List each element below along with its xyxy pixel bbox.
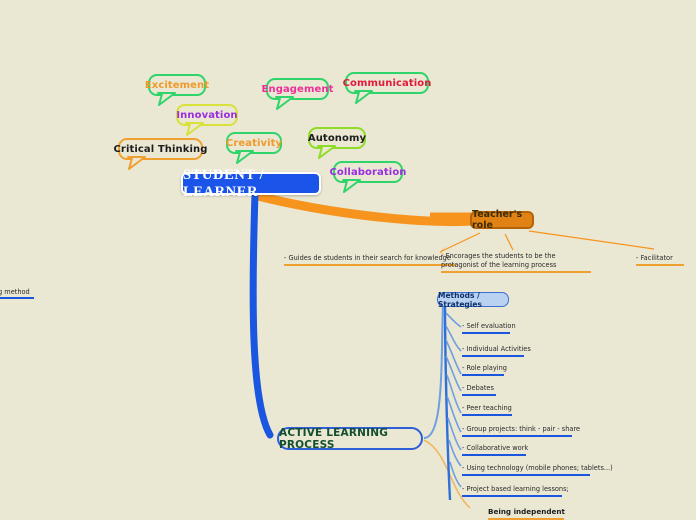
bubble-label: Creativity [225, 137, 283, 149]
methods-strategies-item-label: - Debates [462, 384, 494, 392]
methods-strategies-item[interactable]: - Individual Activities [462, 345, 531, 357]
bubble-tail-icon [342, 179, 361, 193]
methods-strategies-item[interactable]: - Group projects: think - pair - share [462, 425, 580, 437]
teacher-role-item[interactable]: - Guides de students in their search for… [284, 254, 456, 266]
methods-strategies-item-underline [462, 494, 562, 497]
bubble-label: Collaboration [329, 166, 407, 178]
node-teachers-role[interactable]: Teacher's role [470, 209, 534, 231]
methods-strategies-item-label: - Collaborative work [462, 444, 529, 452]
node-active-learning-process[interactable]: ACTIVE LEARNING PROCESS [277, 427, 423, 451]
bubble-creativity[interactable]: Creativity [225, 132, 283, 164]
methods-strategies-item-label: - Project based learning lessons; [462, 485, 569, 493]
label-being-independent: Being independent [488, 507, 565, 520]
methods-strategies-item-underline [462, 331, 510, 334]
mindmap-canvas: Excitement Innovation Engagement Communicat… [0, 0, 696, 520]
bubble-communication[interactable]: Communication [342, 72, 432, 104]
methods-strategies-item-label: - Role playing [462, 364, 507, 372]
methods-strategies-item-underline [462, 413, 512, 416]
teacher-role-item[interactable]: - Encorages the students to be the prota… [441, 252, 591, 273]
teacher-role-item-label: - Guides de students in their search for… [284, 254, 451, 262]
methods-strategies-item[interactable]: - Self evaluation [462, 322, 516, 334]
methods-strategies-item-label: - Using technology (mobile phones; table… [462, 464, 613, 472]
bubble-label: Critical Thinking [113, 143, 208, 155]
methods-strategies-item-underline [462, 453, 526, 456]
bubble-tail-icon [354, 90, 373, 104]
clipped-left-label: g method [0, 288, 34, 299]
methods-strategies-item-underline [462, 393, 496, 396]
methods-strategies-item-underline [462, 434, 572, 437]
methods-strategies-item[interactable]: - Using technology (mobile phones; table… [462, 464, 613, 476]
teacher-role-item-underline [636, 263, 684, 266]
clipped-left-underline [0, 297, 34, 299]
bubble-engagement[interactable]: Engagement [262, 78, 333, 110]
bubble-collaboration[interactable]: Collaboration [329, 161, 406, 193]
methods-strategies-item-underline [462, 373, 504, 376]
bubble-label: Innovation [176, 109, 238, 121]
teacher-role-item-underline [284, 263, 456, 266]
bubble-label: Autonomy [307, 132, 367, 144]
clipped-left-text: g method [0, 288, 30, 296]
bubble-label: Engagement [261, 83, 334, 95]
bubble-tail-icon [127, 156, 146, 170]
methods-strategies-item-label: - Group projects: think - pair - share [462, 425, 581, 433]
node-student-learner[interactable]: STUDENT / LEARNER [181, 167, 321, 200]
bubble-innovation[interactable]: Innovation [176, 104, 238, 136]
methods-strategies-item-underline [462, 354, 524, 357]
bubble-autonomy[interactable]: Autonomy [307, 127, 367, 159]
bubble-excitement[interactable]: Excitement [144, 74, 210, 106]
bubble-label: Excitement [144, 79, 210, 91]
teacher-role-item-label: - Facilitator [636, 254, 673, 262]
methods-strategies-item-label: - Peer teaching [462, 404, 512, 412]
methods-strategies-item[interactable]: - Debates [462, 384, 496, 396]
methods-strategies-item[interactable]: - Peer teaching [462, 404, 512, 416]
bubble-critical-thinking[interactable]: Critical Thinking [113, 138, 207, 170]
being-independent-text: Being independent [488, 507, 565, 516]
methods-strategies-item-label: - Individual Activities [462, 345, 531, 353]
bubble-tail-icon [275, 96, 294, 110]
methods-strategies-item-underline [462, 473, 590, 476]
methods-strategies-item-label: - Self evaluation [462, 322, 516, 330]
bubble-tail-icon [235, 150, 254, 164]
methods-strategies-item[interactable]: - Project based learning lessons; [462, 485, 569, 497]
methods-strategies-item[interactable]: - Collaborative work [462, 444, 529, 456]
teacher-role-item-label: - Encorages the students to be the prota… [441, 252, 557, 269]
bubble-tail-icon [185, 122, 204, 136]
node-methods-strategies[interactable]: Methods / Strategies [437, 291, 509, 309]
teacher-role-item[interactable]: - Facilitator [636, 254, 684, 266]
bubble-tail-icon [317, 145, 336, 159]
methods-strategies-item[interactable]: - Role playing [462, 364, 507, 376]
bubble-label: Communication [342, 77, 432, 89]
teacher-role-item-underline [441, 270, 591, 273]
